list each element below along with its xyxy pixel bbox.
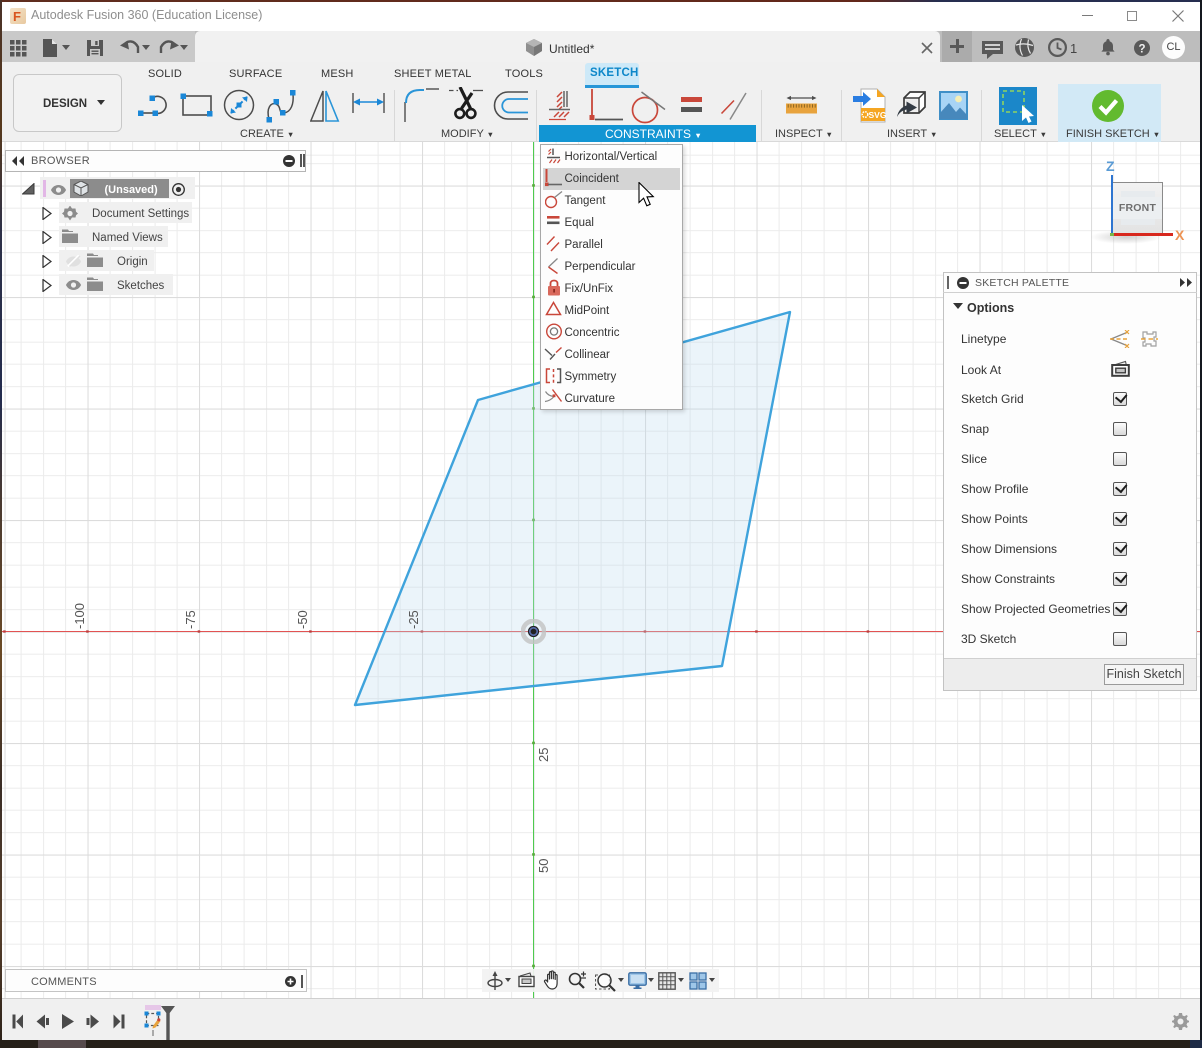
svg-text:SVG: SVG: [869, 110, 886, 120]
svg-text:?: ?: [1138, 43, 1145, 55]
